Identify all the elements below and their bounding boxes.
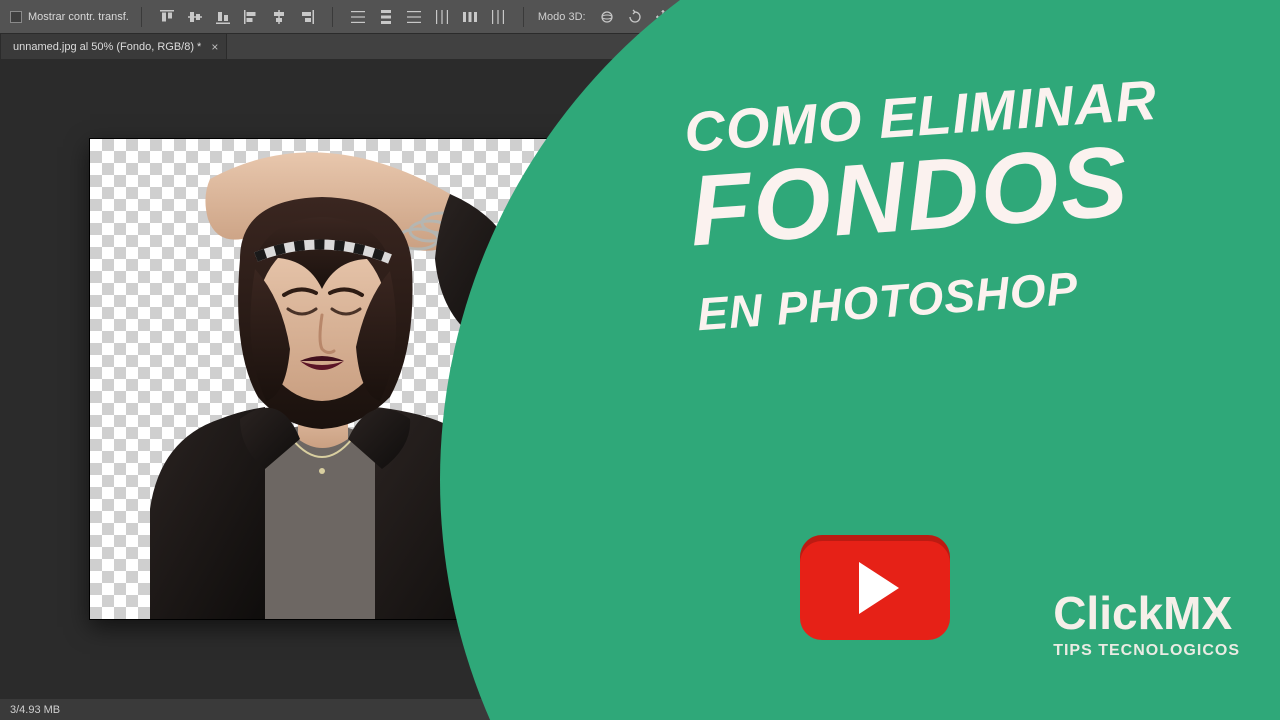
separator-icon <box>141 7 142 27</box>
distribute-right-icon[interactable] <box>487 6 509 28</box>
close-icon[interactable]: × <box>211 41 218 53</box>
align-right-icon[interactable] <box>296 6 318 28</box>
brand-block: ClickMX TIPS TECNOLOGICOS <box>1053 590 1240 660</box>
separator-icon <box>523 7 524 27</box>
distribute-group <box>341 6 515 28</box>
overlay-title: COMO ELIMINAR FONDOS EN PHOTOSHOP <box>682 61 1258 341</box>
brand-name: ClickMX <box>1053 590 1240 636</box>
distribute-hcenter-icon[interactable] <box>459 6 481 28</box>
youtube-play-icon[interactable] <box>800 535 950 640</box>
align-bottom-icon[interactable] <box>212 6 234 28</box>
align-group <box>150 6 324 28</box>
document-tab[interactable]: unnamed.jpg al 50% (Fondo, RGB/8) * × <box>0 33 227 59</box>
align-vcenter-icon[interactable] <box>184 6 206 28</box>
mode3d-label: Modo 3D: <box>538 11 586 23</box>
distribute-bottom-icon[interactable] <box>403 6 425 28</box>
show-transform-controls-label: Mostrar contr. transf. <box>28 11 129 23</box>
roll-3d-icon[interactable] <box>624 6 646 28</box>
show-transform-controls-checkbox[interactable]: Mostrar contr. transf. <box>6 9 133 25</box>
orbit-3d-icon[interactable] <box>596 6 618 28</box>
brand-tagline: TIPS TECNOLOGICOS <box>1053 642 1240 660</box>
distribute-top-icon[interactable] <box>347 6 369 28</box>
align-left-icon[interactable] <box>240 6 262 28</box>
status-filesize: 3/4.93 MB <box>10 704 60 716</box>
align-hcenter-icon[interactable] <box>268 6 290 28</box>
checkbox-box-icon <box>10 11 22 23</box>
distribute-left-icon[interactable] <box>431 6 453 28</box>
separator-icon <box>332 7 333 27</box>
document-tab-label: unnamed.jpg al 50% (Fondo, RGB/8) * <box>13 41 201 53</box>
distribute-vcenter-icon[interactable] <box>375 6 397 28</box>
align-top-icon[interactable] <box>156 6 178 28</box>
play-triangle-icon <box>859 562 899 614</box>
